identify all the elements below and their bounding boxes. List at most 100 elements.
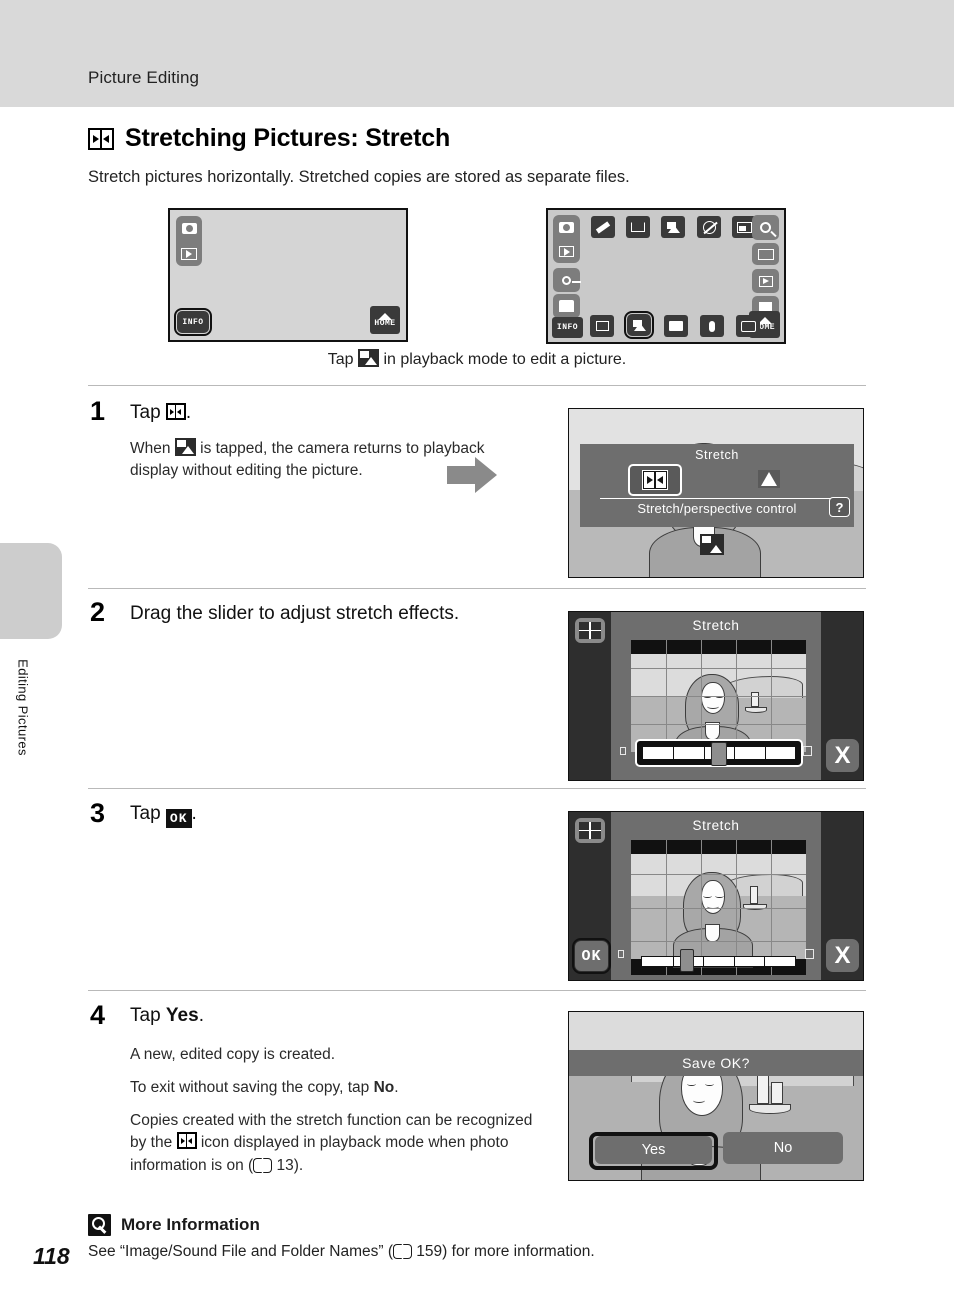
retouch-icon[interactable] — [661, 216, 685, 238]
figure-screen-menu: INFO HOME — [546, 208, 786, 344]
voice-memo-icon[interactable] — [700, 315, 724, 337]
step-2-screen: Stretch X — [568, 611, 864, 781]
more-information-text: See “Image/Sound File and Folder Names” … — [88, 1243, 595, 1261]
pencil-edit-icon[interactable] — [591, 216, 615, 238]
menu-subtitle: Stretch/perspective control — [637, 501, 797, 516]
step-number: 4 — [90, 1000, 106, 1030]
stretch-option-selected[interactable] — [628, 464, 682, 496]
close-button[interactable]: X — [826, 739, 859, 772]
grid-toggle-button[interactable] — [575, 818, 605, 843]
more-info-text-pre: See “Image/Sound File and Folder Names” … — [88, 1243, 393, 1260]
menu-title: Stretch — [695, 448, 739, 462]
camera-mode-icon[interactable] — [553, 215, 580, 239]
crop-icon[interactable] — [626, 216, 650, 238]
step-4-title-bold: Yes — [165, 1005, 199, 1026]
more-information-heading: More Information — [88, 1214, 260, 1236]
running-header-title: Picture Editing — [88, 68, 200, 87]
sailboat — [747, 1074, 793, 1118]
ok-icon: OK — [165, 809, 192, 828]
retouch-overlay-icon[interactable] — [700, 534, 724, 557]
ok-button[interactable]: OK — [572, 938, 611, 974]
page-number: 118 — [33, 1243, 70, 1269]
large-square-icon — [803, 746, 812, 756]
thumbnail-view-icon[interactable] — [752, 243, 779, 265]
step-3-title: Tap OK. — [130, 803, 197, 828]
step-3-title-pre: Tap — [130, 803, 161, 824]
info-button[interactable]: INFO — [552, 317, 583, 338]
slider-knob[interactable] — [680, 949, 694, 972]
figure-row: INFO HOME INFO HOME — [0, 205, 954, 493]
figure-caption-pre: Tap — [327, 351, 354, 368]
image-preview — [631, 840, 806, 975]
stretch-icon — [165, 403, 186, 420]
step-4-body-3-post: ). — [293, 1156, 304, 1174]
step-4-body-2: To exit without saving the copy, tap No. — [130, 1077, 545, 1099]
book-reference-icon — [253, 1157, 273, 1173]
retouch-icon — [174, 438, 196, 456]
divider — [88, 588, 866, 589]
section-intro: Stretch pictures horizontally. Stretched… — [88, 168, 630, 186]
retouch-icon-selected[interactable] — [624, 311, 654, 339]
step-1-menu-overlay: Stretch Stretch/perspective control ? — [580, 444, 854, 527]
folder-icon[interactable] — [664, 315, 688, 337]
screen-title: Stretch — [692, 818, 740, 833]
info-button[interactable]: INFO — [174, 308, 212, 336]
step-4-body-2-post: . — [394, 1079, 399, 1096]
chapter-thumb-tab — [0, 543, 62, 639]
large-square-icon — [805, 949, 814, 959]
retouch-icon — [357, 349, 379, 367]
divider — [600, 498, 834, 500]
step-1-screen: Stretch Stretch/perspective control ? — [568, 408, 864, 578]
sailboat — [741, 886, 769, 912]
chapter-tab-label: Editing Pictures — [15, 659, 31, 756]
step-1-body-pre: When — [130, 440, 171, 457]
image-preview — [631, 640, 806, 752]
camera-mode-icon[interactable] — [176, 216, 202, 241]
step-number: 3 — [90, 798, 106, 828]
key-icon — [88, 1214, 111, 1236]
help-button[interactable]: ? — [829, 497, 850, 517]
section-heading: Stretching Pictures: Stretch — [88, 124, 450, 153]
more-info-text-post: ) for more information. — [442, 1243, 595, 1260]
figure-caption-post: in playback mode to edit a picture. — [383, 351, 627, 368]
no-button[interactable]: No — [723, 1132, 843, 1164]
step-1-title-post: . — [185, 402, 192, 423]
tag-icon[interactable] — [736, 315, 760, 337]
page-title: Stretching Pictures: Stretch — [125, 124, 451, 152]
step-4-title: Tap Yes. — [130, 1005, 204, 1027]
key-protect-icon[interactable] — [553, 268, 581, 292]
step-number: 2 — [90, 597, 106, 627]
slider-track[interactable] — [641, 956, 796, 967]
step-2-title: Drag the slider to adjust stretch effect… — [130, 603, 460, 624]
slider-knob[interactable] — [711, 742, 727, 766]
step-4-page-ref: 13 — [276, 1156, 294, 1174]
stretch-icon — [88, 127, 114, 150]
more-info-page-ref: 159 — [416, 1243, 443, 1260]
filter-effects-icon[interactable] — [697, 216, 721, 238]
slideshow-icon[interactable] — [752, 269, 779, 293]
search-icon[interactable] — [752, 215, 779, 240]
grid-toggle-button[interactable] — [575, 618, 605, 643]
book-reference-icon — [392, 1244, 412, 1259]
close-button[interactable]: X — [826, 939, 859, 972]
playback-mode-icon[interactable] — [553, 239, 580, 263]
step-1-body: When is tapped, the camera returns to pl… — [130, 438, 525, 483]
small-square-icon — [618, 950, 624, 958]
running-header-band — [0, 0, 954, 107]
home-button[interactable]: HOME — [370, 306, 400, 334]
perspective-option[interactable] — [758, 470, 780, 493]
copy-icon[interactable] — [590, 315, 614, 337]
step-4-body-2-bold: No — [373, 1079, 395, 1096]
step-4-title-pre: Tap — [130, 1005, 161, 1026]
save-prompt-label: Save OK? — [682, 1055, 750, 1071]
small-square-icon — [620, 747, 626, 755]
yes-button[interactable]: Yes — [595, 1136, 712, 1164]
step-4-title-post: . — [198, 1005, 204, 1026]
step-3-title-post: . — [191, 803, 197, 824]
stretch-icon — [642, 470, 668, 490]
stretch-slider[interactable] — [635, 739, 803, 767]
playback-mode-icon[interactable] — [176, 241, 202, 266]
divider — [88, 990, 866, 991]
print-order-icon[interactable] — [553, 294, 580, 318]
more-information-label: More Information — [121, 1215, 260, 1234]
